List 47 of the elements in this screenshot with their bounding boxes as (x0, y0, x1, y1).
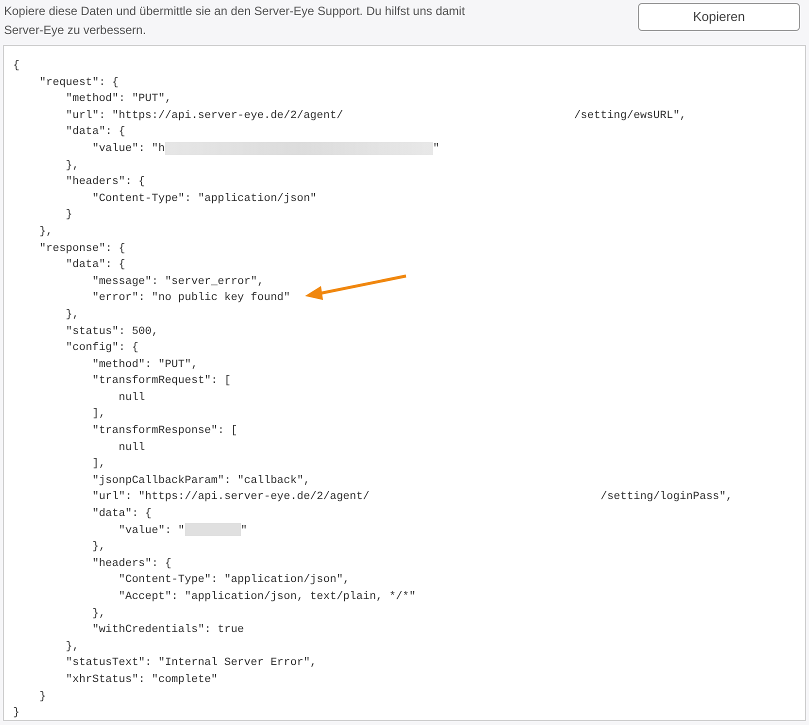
code-text: }, (64, 640, 80, 653)
code-text: { (13, 60, 20, 72)
code-text: "request": { (38, 76, 119, 89)
code-text: "headers": { (91, 558, 172, 570)
code-text: }, (64, 308, 80, 321)
code-text: "Content-Type": "application/json" (91, 192, 317, 205)
intro-text: Kopiere diese Daten und übermittle sie an den Server-Eye Support. Du hilfst uns damit Server-Eye zu verbessern. (4, 3, 466, 39)
code-text: "value": "h (91, 142, 165, 155)
code-text: "url": "https://api.server-eye.de/2/agent/ (91, 491, 370, 504)
code-text: "config": { (64, 342, 138, 354)
code-text: " (240, 524, 248, 537)
code-text: /setting/ewsURL", (574, 110, 686, 122)
code-text: "Content-Type": "application/json", (118, 574, 350, 586)
code-text: /setting/loginPass", (600, 491, 732, 504)
code-text: "value": " (118, 524, 185, 537)
code-text: "statusText": "Internal Server Error", (64, 657, 317, 670)
code-text: "Accept": "application/json, text/plain, */*" (118, 591, 416, 603)
code-text: "withCredentials": true (91, 624, 244, 636)
code-text: "data": { (64, 259, 126, 272)
code-text: null (118, 442, 146, 454)
code-text: "transformResponse": [ (91, 425, 238, 438)
code-text: "transformRequest": [ (91, 375, 231, 388)
code-text: ], (91, 458, 106, 470)
code-text: "url": "https://api.server-eye.de/2/agent/ (64, 110, 344, 122)
code-text: "xhrStatus": "complete" (64, 674, 218, 686)
redacted-blur (184, 523, 241, 536)
code-text: " (432, 142, 440, 155)
code-text: "method": "PUT", (91, 358, 198, 371)
code-text: }, (64, 160, 80, 172)
code-text: "message": "server_error", (91, 276, 264, 288)
code-text: }, (91, 608, 106, 620)
code-text: "jsonpCallbackParam": "callback", (91, 474, 310, 487)
code-text: } (13, 707, 20, 720)
code-text: "data": { (91, 508, 152, 520)
code-text: }, (38, 226, 53, 238)
code-text: "error": "no public key found" (91, 292, 290, 304)
code-text: "data": { (64, 126, 126, 138)
code-text: "method": "PUT", (64, 93, 172, 106)
code-text: } (64, 209, 72, 222)
copy-button[interactable]: Kopieren (638, 3, 800, 31)
code-text: } (38, 690, 46, 703)
code-text: "response": { (38, 242, 126, 255)
code-text: null (118, 392, 146, 404)
code-text: }, (91, 541, 106, 554)
code-text: ], (91, 408, 106, 420)
code-text: "status": 500, (64, 326, 158, 338)
code-text: "headers": { (64, 176, 146, 188)
